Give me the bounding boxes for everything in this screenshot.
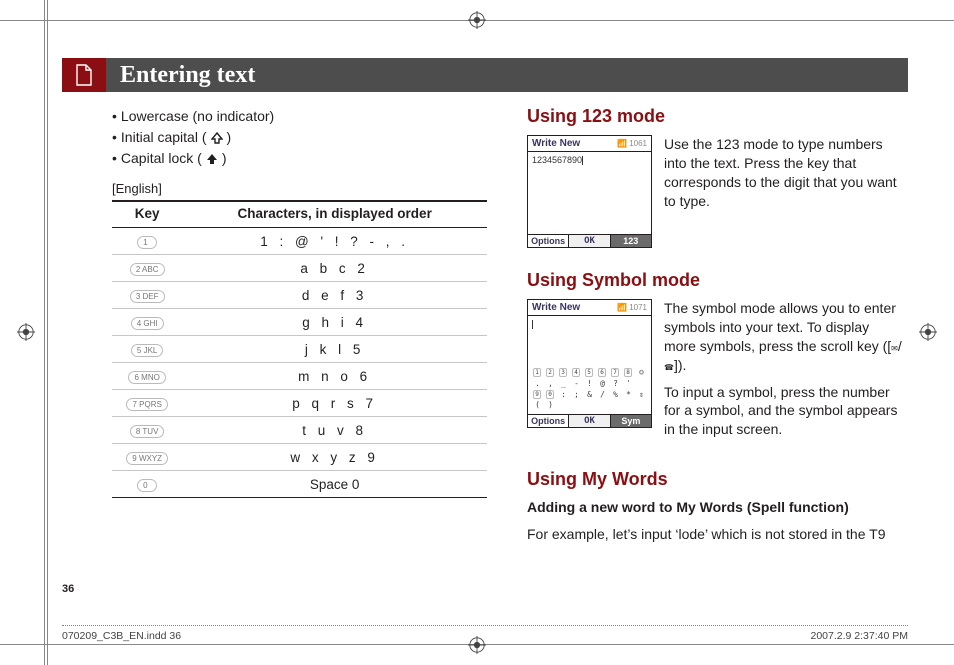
list-item: Capital lock ( ) [112,148,487,169]
key-table: Key Characters, in displayed order 1 1 : … [112,200,487,498]
table-row: 4 GHI g h i 4 [112,309,487,336]
list-item: Initial capital ( ) [112,127,487,148]
key-label: 4 GHI [131,317,164,330]
chars-cell: 1 : @ ' ! ? - , . [182,228,487,255]
key-label: 5 JKL [131,344,163,357]
screenshot-body [528,316,651,366]
table-row: 3 DEF d e f 3 [112,282,487,309]
registration-mark-icon [468,11,486,29]
screenshot-title: Write New [532,138,580,149]
footer-filename: 070209_C3B_EN.indd 36 [62,630,181,643]
heading-my-words: Using My Words [527,469,902,490]
key-label: 7 PQRS [126,398,167,411]
signal-icon: 📶1071 [617,302,647,313]
key-label: 9 WXYZ [126,452,168,465]
body-text: For example, let’s input ‘lode’ which is… [527,525,902,544]
softkey-ok: OK [568,415,610,427]
table-row: 0 Space 0 [112,471,487,498]
phone-icon: ☎ [664,363,674,374]
heading-symbol-mode: Using Symbol mode [527,270,902,291]
page-title: Entering text [120,62,255,89]
right-column: Using 123 mode Write New 📶1061 123456789… [527,106,902,566]
softkey-options: Options [528,235,568,247]
signal-icon: 📶1061 [617,138,647,149]
header-icon-box [62,58,106,92]
symbol-grid: 1.2,3_4-5!6@7?8'☺ 9(0):;&/%*⇕ [528,366,651,414]
heading-123-mode: Using 123 mode [527,106,902,127]
body-text: Use the 123 mode to type numbers into th… [664,135,902,219]
table-row: 1 1 : @ ' ! ? - , . [112,228,487,255]
table-row: 6 MNO m n o 6 [112,363,487,390]
list-item-text: ) [222,148,227,169]
input-mode-badge: Sym [611,415,651,427]
input-mode-badge: 123 [611,235,651,247]
page-content: Entering text Lowercase (no indicator) I… [62,38,908,625]
language-label: [English] [112,181,487,196]
list-item: Lowercase (no indicator) [112,106,487,127]
document-icon [74,64,94,86]
key-label: 3 DEF [130,290,165,303]
body-text: The symbol mode allows you to enter symb… [664,299,902,447]
chars-cell: m n o 6 [182,363,487,390]
page-number: 36 [62,583,74,595]
key-label: 1 [137,236,157,249]
list-item-text: Capital lock ( [121,148,202,169]
list-item-text: Lowercase (no indicator) [121,106,274,127]
key-label: 2 ABC [130,263,165,276]
key-label: 0 [137,479,157,492]
header-band: Entering text [62,58,908,92]
table-row: 7 PQRS p q r s 7 [112,390,487,417]
chars-cell: t u v 8 [182,417,487,444]
footer: 070209_C3B_EN.indd 36 2007.2.9 2:37:40 P… [62,625,908,643]
chars-cell: d e f 3 [182,282,487,309]
crop-mark [44,0,45,665]
list-item-text: Initial capital ( [121,127,207,148]
registration-mark-icon [919,323,937,341]
phone-screenshot: Write New 📶1061 1234567890 Options OK 12… [527,135,652,248]
initial-capital-icon [211,132,223,144]
left-column: Lowercase (no indicator) Initial capital… [112,106,487,566]
message-icon: ✉ [891,344,898,355]
phone-screenshot: Write New 📶1071 1.2,3_4-5!6@7?8'☺ 9(0):;… [527,299,652,428]
chars-cell: Space 0 [182,471,487,498]
table-header-key: Key [112,201,182,228]
chars-cell: a b c 2 [182,255,487,282]
footer-datetime: 2007.2.9 2:37:40 PM [811,630,909,643]
screenshot-title: Write New [532,302,580,313]
key-label: 6 MNO [128,371,165,384]
bullet-list: Lowercase (no indicator) Initial capital… [112,106,487,169]
table-header-chars: Characters, in displayed order [182,201,487,228]
softkey-options: Options [528,415,568,427]
crop-mark [47,0,48,665]
table-row: 8 TUV t u v 8 [112,417,487,444]
screenshot-body: 1234567890 [528,152,651,234]
chars-cell: j k l 5 [182,336,487,363]
registration-mark-icon [17,323,35,341]
softkey-ok: OK [568,235,610,247]
key-label: 8 TUV [130,425,165,438]
chars-cell: p q r s 7 [182,390,487,417]
chars-cell: w x y z 9 [182,444,487,471]
header-title-box: Entering text [106,58,908,92]
table-row: 2 ABC a b c 2 [112,255,487,282]
list-item-text: ) [227,127,232,148]
table-row: 5 JKL j k l 5 [112,336,487,363]
capital-lock-icon [206,153,218,165]
chars-cell: g h i 4 [182,309,487,336]
table-row: 9 WXYZ w x y z 9 [112,444,487,471]
subheading: Adding a new word to My Words (Spell fun… [527,498,902,517]
